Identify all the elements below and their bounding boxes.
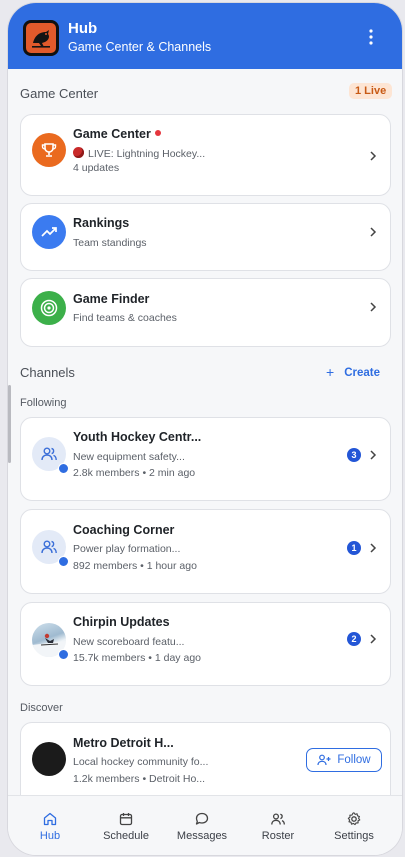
chevron-right-icon xyxy=(370,302,377,312)
channel-preview: New scoreboard featu... xyxy=(73,636,185,648)
nav-messages[interactable]: Messages xyxy=(163,796,241,855)
trending-up-icon xyxy=(32,215,66,249)
game-finder-card[interactable]: Game Finder Find teams & coaches xyxy=(20,278,391,347)
discover-label: Discover xyxy=(20,702,63,714)
app-header: Hub Game Center & Channels xyxy=(8,3,402,69)
chevron-right-icon xyxy=(370,151,377,161)
nav-schedule[interactable]: Schedule xyxy=(87,796,165,855)
game-finder-title: Game Finder xyxy=(73,292,150,306)
bottom-navigation: Hub Schedule Messages Roster Settings xyxy=(8,795,402,855)
calendar-icon xyxy=(119,813,133,826)
game-center-live-line: LIVE: Lightning Hockey... xyxy=(73,147,205,160)
nav-settings[interactable]: Settings xyxy=(315,796,393,855)
nav-settings-label: Settings xyxy=(334,830,374,842)
channel-title: Chirpin Updates xyxy=(73,615,170,629)
more-options-icon[interactable] xyxy=(361,25,381,49)
channel-meta: 2.8k members • 2 min ago xyxy=(73,467,196,479)
people-icon xyxy=(41,540,57,554)
following-label: Following xyxy=(20,397,67,409)
rankings-subtitle: Team standings xyxy=(73,237,147,249)
live-indicator-dot xyxy=(154,130,161,136)
home-icon xyxy=(43,812,57,826)
channel-title: Youth Hockey Centr... xyxy=(73,430,202,444)
app-logo xyxy=(23,20,59,56)
rankings-title: Rankings xyxy=(73,216,130,230)
channel-meta: 892 members • 1 hour ago xyxy=(73,560,197,572)
channel-preview: New equipment safety... xyxy=(73,451,185,463)
nav-hub[interactable]: Hub xyxy=(11,796,89,855)
people-icon xyxy=(41,447,57,461)
channel-avatar xyxy=(32,742,66,776)
app-subtitle: Game Center & Channels xyxy=(68,40,212,54)
game-center-updates: 4 updates xyxy=(73,162,120,174)
discover-channel-meta: 1.2k members • Detroit Ho... xyxy=(73,773,206,785)
message-icon xyxy=(195,812,209,825)
discover-channel-preview: Local hockey community fo... xyxy=(73,756,209,768)
nav-schedule-label: Schedule xyxy=(103,830,149,842)
nav-roster[interactable]: Roster xyxy=(239,796,317,855)
channel-card[interactable]: Chirpin Updates New scoreboard featu... … xyxy=(20,602,391,686)
app-title: Hub xyxy=(68,20,98,37)
verified-badge-icon xyxy=(58,556,69,567)
nav-roster-label: Roster xyxy=(261,830,295,842)
verified-badge-icon xyxy=(58,649,69,660)
rankings-card[interactable]: Rankings Team standings xyxy=(20,203,391,271)
gear-icon xyxy=(347,812,361,826)
follow-button[interactable]: Follow xyxy=(306,748,382,772)
nav-hub-label: Hub xyxy=(39,830,61,842)
chevron-right-icon xyxy=(370,634,377,644)
live-count-badge: 1 Live xyxy=(349,83,393,99)
channel-preview: Power play formation... xyxy=(73,543,181,555)
target-icon xyxy=(32,291,66,325)
chevron-right-icon xyxy=(370,450,377,460)
people-icon xyxy=(271,813,285,825)
unread-count-badge: 3 xyxy=(347,448,361,462)
plus-icon: + xyxy=(326,364,335,380)
game-center-section-title: Game Center xyxy=(20,86,99,101)
unread-count-badge: 1 xyxy=(347,541,361,555)
discover-channel-card[interactable]: Metro Detroit H... Local hockey communit… xyxy=(20,722,391,795)
channels-section-title: Channels xyxy=(20,365,75,380)
app-frame: Hub Game Center & Channels Game Center 1… xyxy=(8,3,402,855)
hockey-ball-icon xyxy=(73,147,84,158)
chevron-right-icon xyxy=(370,543,377,553)
channel-meta: 15.7k members • 1 day ago xyxy=(73,652,201,664)
verified-badge-icon xyxy=(58,463,69,474)
discover-channel-title: Metro Detroit H... xyxy=(73,736,174,750)
game-center-card-title: Game Center xyxy=(73,127,161,141)
unread-count-badge: 2 xyxy=(347,632,361,646)
channel-title: Coaching Corner xyxy=(73,523,175,537)
nav-messages-label: Messages xyxy=(176,830,228,842)
create-channel-button[interactable]: + Create xyxy=(326,364,380,380)
game-center-card[interactable]: Game Center LIVE: Lightning Hockey... 4 … xyxy=(20,114,391,196)
hub-content[interactable]: Game Center 1 Live Game Center LIVE: Lig… xyxy=(8,69,402,795)
channel-card[interactable]: Youth Hockey Centr... New equipment safe… xyxy=(20,417,391,501)
chevron-right-icon xyxy=(370,227,377,237)
channel-card[interactable]: Coaching Corner Power play formation... … xyxy=(20,509,391,594)
trophy-icon xyxy=(32,133,66,167)
game-finder-subtitle: Find teams & coaches xyxy=(73,312,177,324)
add-user-icon xyxy=(317,754,331,766)
